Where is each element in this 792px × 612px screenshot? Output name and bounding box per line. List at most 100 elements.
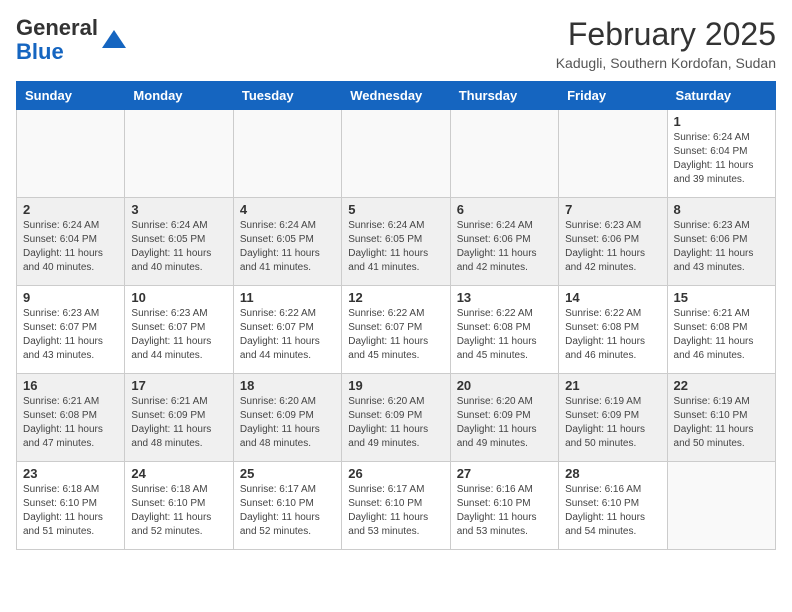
day-info: Sunrise: 6:24 AM Sunset: 6:05 PM Dayligh… [240,219,335,275]
month-title: February 2025 [556,16,776,53]
calendar-cell: 22 Sunrise: 6:19 AM Sunset: 6:10 PM Dayli… [667,374,775,462]
day-number: 18 [240,378,335,393]
calendar-cell: 14Sunrise: 6:22 AM Sunset: 6:08 PM Dayli… [559,286,667,374]
day-header-thursday: Thursday [450,82,558,110]
calendar-cell [559,110,667,198]
calendar-cell: 7 Sunrise: 6:23 AM Sunset: 6:06 PM Daylig… [559,198,667,286]
day-header-saturday: Saturday [667,82,775,110]
logo-icon [100,26,128,54]
calendar-cell: 17Sunrise: 6:21 AM Sunset: 6:09 PM Dayli… [125,374,233,462]
day-number: 15 [674,290,769,305]
day-number: 27 [457,466,552,481]
calendar-cell: 23Sunrise: 6:18 AM Sunset: 6:10 PM Dayli… [17,462,125,550]
day-number: 17 [131,378,226,393]
day-info: Sunrise: 6:23 AM Sunset: 6:07 PM Dayligh… [23,307,118,363]
day-number: 24 [131,466,226,481]
calendar-cell: 8 Sunrise: 6:23 AM Sunset: 6:06 PM Daylig… [667,198,775,286]
day-info: Sunrise: 6:20 AM Sunset: 6:09 PM Dayligh… [348,395,443,451]
day-number: 3 [131,202,226,217]
calendar-cell: 18 Sunrise: 6:20 AM Sunset: 6:09 PM Dayli… [233,374,341,462]
day-info: Sunrise: 6:23 AM Sunset: 6:07 PM Dayligh… [131,307,226,363]
calendar-cell: 20 Sunrise: 6:20 AM Sunset: 6:09 PM Dayli… [450,374,558,462]
day-info: Sunrise: 6:19 AM Sunset: 6:09 PM Dayligh… [565,395,660,451]
day-number: 28 [565,466,660,481]
day-info: Sunrise: 6:24 AM Sunset: 6:05 PM Dayligh… [348,219,443,275]
calendar-cell: 25 Sunrise: 6:17 AM Sunset: 6:10 PM Dayli… [233,462,341,550]
calendar-cell [233,110,341,198]
calendar-week-row: 23Sunrise: 6:18 AM Sunset: 6:10 PM Dayli… [17,462,776,550]
day-info: Sunrise: 6:22 AM Sunset: 6:08 PM Dayligh… [457,307,552,363]
day-number: 13 [457,290,552,305]
day-info: Sunrise: 6:18 AM Sunset: 6:10 PM Dayligh… [131,483,226,539]
day-info: Sunrise: 6:17 AM Sunset: 6:10 PM Dayligh… [240,483,335,539]
calendar-cell: 9 Sunrise: 6:23 AM Sunset: 6:07 PM Daylig… [17,286,125,374]
day-info: Sunrise: 6:24 AM Sunset: 6:06 PM Dayligh… [457,219,552,275]
day-number: 4 [240,202,335,217]
day-number: 6 [457,202,552,217]
day-info: Sunrise: 6:20 AM Sunset: 6:09 PM Dayligh… [457,395,552,451]
day-number: 7 [565,202,660,217]
location-title: Kadugli, Southern Kordofan, Sudan [556,55,776,71]
calendar-cell: 4 Sunrise: 6:24 AM Sunset: 6:05 PM Daylig… [233,198,341,286]
day-info: Sunrise: 6:22 AM Sunset: 6:07 PM Dayligh… [240,307,335,363]
day-header-sunday: Sunday [17,82,125,110]
calendar-header-row: SundayMondayTuesdayWednesdayThursdayFrid… [17,82,776,110]
day-number: 16 [23,378,118,393]
day-info: Sunrise: 6:18 AM Sunset: 6:10 PM Dayligh… [23,483,118,539]
day-header-friday: Friday [559,82,667,110]
day-number: 20 [457,378,552,393]
calendar-cell: 11 Sunrise: 6:22 AM Sunset: 6:07 PM Dayli… [233,286,341,374]
calendar-week-row: 16 Sunrise: 6:21 AM Sunset: 6:08 PM Dayli… [17,374,776,462]
day-info: Sunrise: 6:19 AM Sunset: 6:10 PM Dayligh… [674,395,769,451]
day-number: 5 [348,202,443,217]
calendar-cell [342,110,450,198]
calendar-cell [667,462,775,550]
calendar-cell [125,110,233,198]
day-info: Sunrise: 6:24 AM Sunset: 6:04 PM Dayligh… [674,131,769,187]
day-number: 8 [674,202,769,217]
day-number: 14 [565,290,660,305]
page-header: General Blue February 2025 Kadugli, Sout… [16,16,776,71]
day-number: 11 [240,290,335,305]
day-info: Sunrise: 6:20 AM Sunset: 6:09 PM Dayligh… [240,395,335,451]
day-number: 25 [240,466,335,481]
logo-general: General [16,15,98,40]
calendar-cell: 19 Sunrise: 6:20 AM Sunset: 6:09 PM Dayli… [342,374,450,462]
day-number: 22 [674,378,769,393]
calendar-cell [17,110,125,198]
day-number: 1 [674,114,769,129]
calendar-cell: 13 Sunrise: 6:22 AM Sunset: 6:08 PM Dayli… [450,286,558,374]
calendar-cell: 1 Sunrise: 6:24 AM Sunset: 6:04 PM Daylig… [667,110,775,198]
calendar-cell [450,110,558,198]
day-info: Sunrise: 6:17 AM Sunset: 6:10 PM Dayligh… [348,483,443,539]
day-info: Sunrise: 6:24 AM Sunset: 6:05 PM Dayligh… [131,219,226,275]
day-info: Sunrise: 6:21 AM Sunset: 6:08 PM Dayligh… [674,307,769,363]
calendar-week-row: 2 Sunrise: 6:24 AM Sunset: 6:04 PM Daylig… [17,198,776,286]
day-number: 19 [348,378,443,393]
calendar-cell: 21 Sunrise: 6:19 AM Sunset: 6:09 PM Dayli… [559,374,667,462]
day-info: Sunrise: 6:22 AM Sunset: 6:07 PM Dayligh… [348,307,443,363]
logo: General Blue [16,16,128,64]
logo-blue: Blue [16,39,64,64]
calendar-cell: 28 Sunrise: 6:16 AM Sunset: 6:10 PM Dayli… [559,462,667,550]
day-number: 21 [565,378,660,393]
day-info: Sunrise: 6:23 AM Sunset: 6:06 PM Dayligh… [565,219,660,275]
calendar-cell: 12Sunrise: 6:22 AM Sunset: 6:07 PM Dayli… [342,286,450,374]
calendar-table: SundayMondayTuesdayWednesdayThursdayFrid… [16,81,776,550]
day-header-wednesday: Wednesday [342,82,450,110]
day-number: 10 [131,290,226,305]
day-number: 2 [23,202,118,217]
calendar-cell: 26 Sunrise: 6:17 AM Sunset: 6:10 PM Dayli… [342,462,450,550]
day-info: Sunrise: 6:21 AM Sunset: 6:08 PM Dayligh… [23,395,118,451]
day-number: 26 [348,466,443,481]
day-header-tuesday: Tuesday [233,82,341,110]
day-info: Sunrise: 6:16 AM Sunset: 6:10 PM Dayligh… [565,483,660,539]
day-info: Sunrise: 6:24 AM Sunset: 6:04 PM Dayligh… [23,219,118,275]
calendar-cell: 16 Sunrise: 6:21 AM Sunset: 6:08 PM Dayli… [17,374,125,462]
day-info: Sunrise: 6:16 AM Sunset: 6:10 PM Dayligh… [457,483,552,539]
calendar-cell: 5 Sunrise: 6:24 AM Sunset: 6:05 PM Daylig… [342,198,450,286]
day-info: Sunrise: 6:23 AM Sunset: 6:06 PM Dayligh… [674,219,769,275]
calendar-cell: 2 Sunrise: 6:24 AM Sunset: 6:04 PM Daylig… [17,198,125,286]
day-header-monday: Monday [125,82,233,110]
day-number: 9 [23,290,118,305]
